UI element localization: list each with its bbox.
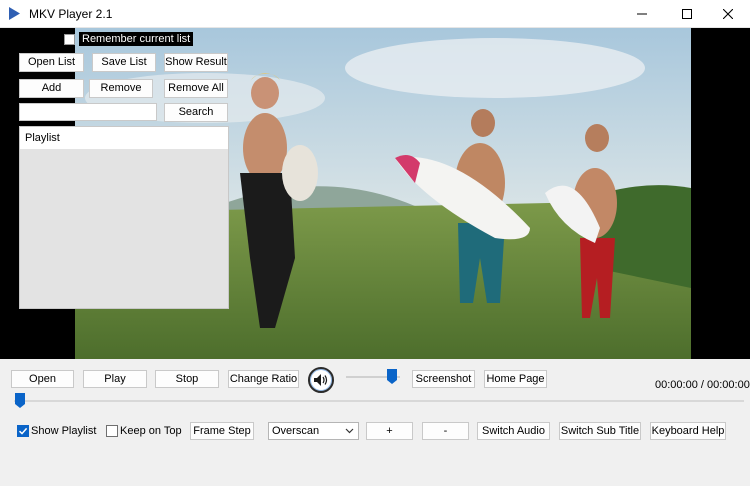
window-title: MKV Player 2.1 [29,6,113,21]
speaker-icon [314,374,328,386]
home-page-button[interactable]: Home Page [484,370,547,388]
mute-button[interactable] [308,367,334,393]
frame-step-button[interactable]: Frame Step [190,422,254,440]
close-button[interactable] [706,0,750,28]
time-display: 00:00:00 / 00:00:00 [655,379,750,391]
volume-thumb[interactable] [387,369,397,384]
play-button[interactable]: Play [83,370,147,388]
change-ratio-button[interactable]: Change Ratio [228,370,299,388]
checkmark-icon [18,427,28,435]
title-bar: MKV Player 2.1 [0,0,750,28]
add-button[interactable]: Add [19,79,84,98]
keyboard-help-button[interactable]: Keyboard Help [650,422,726,440]
zoom-in-button[interactable]: + [366,422,413,440]
open-button[interactable]: Open [11,370,74,388]
seek-thumb[interactable] [15,393,25,408]
show-playlist-label: Show Playlist [31,425,97,437]
maximize-icon [682,9,692,19]
show-playlist-checkbox[interactable] [17,425,29,437]
close-icon [723,9,733,19]
playlist-panel[interactable]: Playlist [19,126,229,309]
play-triangle-icon [7,7,21,21]
remove-button[interactable]: Remove [89,79,153,98]
keep-on-top-checkbox[interactable] [106,425,118,437]
seek-bar[interactable] [14,400,744,402]
open-list-button[interactable]: Open List [19,53,84,72]
minimize-icon [637,13,647,15]
switch-audio-button[interactable]: Switch Audio [477,422,550,440]
stop-button[interactable]: Stop [155,370,219,388]
show-result-button[interactable]: Show Result [164,53,228,72]
remove-all-button[interactable]: Remove All [164,79,228,98]
switch-subtitle-button[interactable]: Switch Sub Title [559,422,641,440]
save-list-button[interactable]: Save List [92,53,156,72]
search-input[interactable] [19,103,157,121]
scale-mode-value: Overscan [272,425,320,437]
keep-on-top-label: Keep on Top [120,425,182,437]
remember-list-label: Remember current list [79,32,194,46]
screenshot-button[interactable]: Screenshot [412,370,475,388]
zoom-out-button[interactable]: - [422,422,469,440]
search-button[interactable]: Search [164,103,228,122]
remember-list-checkbox[interactable] [64,34,75,45]
chevron-down-icon [345,428,354,434]
scale-mode-select[interactable]: Overscan [268,422,359,440]
maximize-button[interactable] [665,0,709,28]
playlist-header: Playlist [20,127,228,149]
minimize-button[interactable] [620,0,664,28]
